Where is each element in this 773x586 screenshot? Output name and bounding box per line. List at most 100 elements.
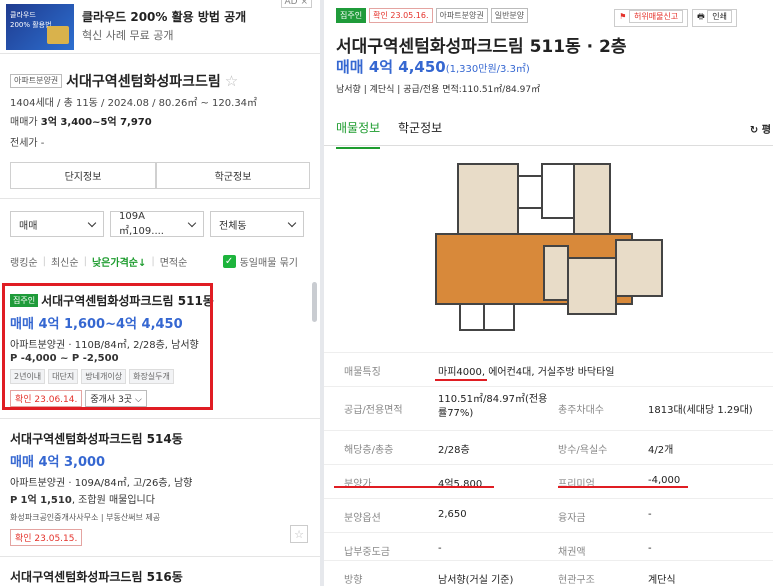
sort-ranking[interactable]: 랭킹순 — [10, 254, 38, 269]
row-value: 남서향(거실 기준) — [438, 575, 514, 586]
same-listing-label: 동일매물 묶기 — [239, 258, 298, 269]
print-button[interactable]: 🖶 인쇄 — [692, 9, 737, 27]
ad-banner[interactable]: 클라우드 200% 활용법 클라우드 200% 활용 방법 공개 혁신 사례 무… — [0, 0, 320, 54]
ad-image[interactable]: 클라우드 200% 활용법 — [6, 4, 74, 50]
agent-info: 화성파크공인중개사사무소 | 부동산써브 제공 — [10, 513, 161, 522]
complex-info: 1404세대 / 총 11동 / 2024.08 / 80.26㎡ ~ 120.… — [10, 98, 258, 109]
detail-price-per-area: (1,330만원/3.3㎡) — [445, 64, 530, 75]
row-value: 계단식 — [648, 575, 676, 586]
refresh-icon: ↻ — [749, 125, 759, 136]
tab-school-info[interactable]: 학군정보 — [398, 119, 442, 136]
listing-price: 매매 4억 3,000 — [10, 455, 106, 470]
sort-bar: 랭킹순 | 최신순 | 낮은가격순↓ | 면적순 ✓ 동일매물 묶기 — [10, 254, 310, 269]
scrollbar[interactable] — [312, 282, 317, 322]
highlight-underline — [558, 486, 688, 488]
row-value: -4,000 — [648, 475, 681, 486]
row-value: 마피4000, 에어컨4대, 거실주방 바닥타일 — [438, 367, 615, 378]
listing-panel: 클라우드 200% 활용법 클라우드 200% 활용 방법 공개 혁신 사례 무… — [0, 0, 320, 586]
listing-item[interactable]: 서대구역센텀화성파크드림 516동 — [10, 568, 310, 585]
row-label: 방향 — [344, 575, 363, 586]
checkbox-checked-icon[interactable]: ✓ — [222, 255, 236, 268]
row-label: 융자금 — [558, 513, 586, 524]
area-value: 109A㎡,109.... — [119, 211, 164, 237]
premium-label: P — [10, 495, 18, 506]
selection-highlight — [2, 283, 213, 410]
ad-title[interactable]: 클라우드 200% 활용 방법 공개 — [82, 8, 246, 25]
detail-tabs: 매물정보 학군정보 ↻ 평 — [324, 108, 773, 149]
sale-value: 3억 3,400~5억 7,970 — [40, 117, 152, 128]
row-label: 해당층/총층 — [344, 445, 394, 456]
tab-listing-info[interactable]: 매물정보 — [336, 119, 381, 149]
row-label: 방수/욕실수 — [558, 445, 608, 456]
detail-panel: 집주인 확인 23.05.16. 아파트분양권 일반분양 ⚑ 허위매물신고 🖶 … — [324, 0, 773, 586]
favorite-star-icon[interactable]: ☆ — [225, 72, 238, 90]
detail-title: 서대구역센텀화성파크드림 511동 · 2층 — [336, 37, 627, 57]
divider — [0, 556, 320, 557]
refresh-button[interactable]: ↻ 평 — [750, 121, 771, 136]
area-select[interactable]: 109A㎡,109.... — [110, 211, 204, 237]
highlight-underline — [435, 379, 487, 381]
row-value: 2,650 — [438, 509, 467, 520]
ad-close-icon[interactable]: AD × — [280, 0, 312, 8]
ad-box-graphic — [47, 26, 69, 44]
table-row: 방향 남서향(거실 기준) 현관구조 계단식 — [324, 560, 773, 586]
highlight-underline — [334, 486, 494, 488]
premium-note: , 조합원 매물입니다 — [71, 495, 155, 506]
dong-select[interactable]: 전체동 — [210, 211, 304, 237]
sale-type-tag: 일반분양 — [490, 8, 529, 23]
row-value: 2/28층 — [438, 445, 470, 456]
chevron-down-icon — [87, 218, 97, 227]
sale-label: 매매가 — [10, 117, 38, 128]
detail-actions: ⚑ 허위매물신고 🖶 인쇄 — [614, 9, 737, 27]
favorite-star-icon[interactable]: ☆ — [290, 525, 308, 543]
print-label: 인쇄 — [707, 10, 732, 23]
listing-name: 서대구역센텀화성파크드림 516동 — [10, 570, 183, 584]
type-tag: 아파트분양권 — [435, 8, 488, 23]
table-row: 분양옵션 2,650 융자금 - — [324, 498, 773, 532]
row-value: 110.51㎡/84.97㎡(전용률77%) — [438, 394, 548, 419]
row-label: 총주차대수 — [558, 405, 604, 416]
detail-price: 매매 4억 4,450(1,330만원/3.3㎡) — [336, 56, 530, 77]
table-row: 분양가 4억5,800 프리미엄 -4,000 — [324, 464, 773, 498]
sort-separator: | — [42, 256, 46, 267]
row-value: - — [438, 543, 442, 554]
chevron-down-icon — [187, 218, 197, 227]
row-value: - — [648, 509, 652, 520]
sort-separator: | — [83, 256, 87, 267]
confirm-date: 확인 23.05.16. — [369, 8, 433, 23]
school-info-button[interactable]: 학군정보 — [156, 162, 310, 189]
same-listing-toggle[interactable]: ✓ 동일매물 묶기 — [222, 254, 298, 269]
sort-low-price[interactable]: 낮은가격순↓ — [92, 254, 146, 269]
table-row: 매물특징 마피4000, 에어컨4대, 거실주방 바닥타일 — [324, 352, 773, 386]
trade-type-select[interactable]: 매매 — [10, 211, 104, 237]
report-button[interactable]: ⚑ 허위매물신고 — [614, 9, 689, 27]
row-value: 1813대(세대당 1.29대) — [648, 405, 753, 416]
sort-area[interactable]: 면적순 — [160, 254, 188, 269]
listing-item[interactable]: 서대구역센텀화성파크드림 514동 매매 4억 3,000 아파트분양권 · 1… — [10, 430, 310, 546]
complex-name: 서대구역센텀화성파크드림 — [66, 74, 221, 90]
complex-rent-price: 전세가 - — [10, 138, 45, 149]
row-label: 납부중도금 — [344, 547, 390, 558]
row-value: 4/2개 — [648, 445, 674, 456]
complex-sale-price: 매매가 3억 3,400~5억 7,970 — [10, 113, 152, 128]
detail-description: 남서향 | 계단식 | 공급/전용 면적:110.51㎡/84.97㎡ — [336, 85, 541, 95]
row-label: 현관구조 — [558, 575, 595, 586]
premium-value: 1억 1,510 — [20, 495, 72, 506]
owner-badge: 집주인 — [336, 8, 367, 23]
row-label: 분양옵션 — [344, 513, 381, 524]
refresh-label: 평 — [761, 125, 771, 136]
table-row: 공급/전용면적 110.51㎡/84.97㎡(전용률77%) 총주차대수 181… — [324, 386, 773, 430]
ad-subtitle: 혁신 사례 무료 공개 — [82, 29, 174, 42]
listing-name: 서대구역센텀화성파크드림 514동 — [10, 432, 183, 446]
detail-tags: 집주인 확인 23.05.16. 아파트분양권 일반분양 — [336, 8, 529, 23]
divider — [0, 418, 320, 419]
listing-premium: P 1억 1,510, 조합원 매물입니다 — [10, 491, 310, 506]
complex-info-button[interactable]: 단지정보 — [10, 162, 156, 189]
detail-price-main: 매매 4억 4,450 — [336, 58, 446, 76]
table-row: 해당층/총층 2/28층 방수/욕실수 4/2개 — [324, 430, 773, 464]
trade-type-value: 매매 — [19, 220, 38, 232]
floor-plan-image[interactable] — [432, 158, 666, 334]
confirm-date: 확인 23.05.15. — [10, 529, 83, 546]
row-label: 채권액 — [558, 547, 586, 558]
sort-newest[interactable]: 최신순 — [51, 254, 79, 269]
